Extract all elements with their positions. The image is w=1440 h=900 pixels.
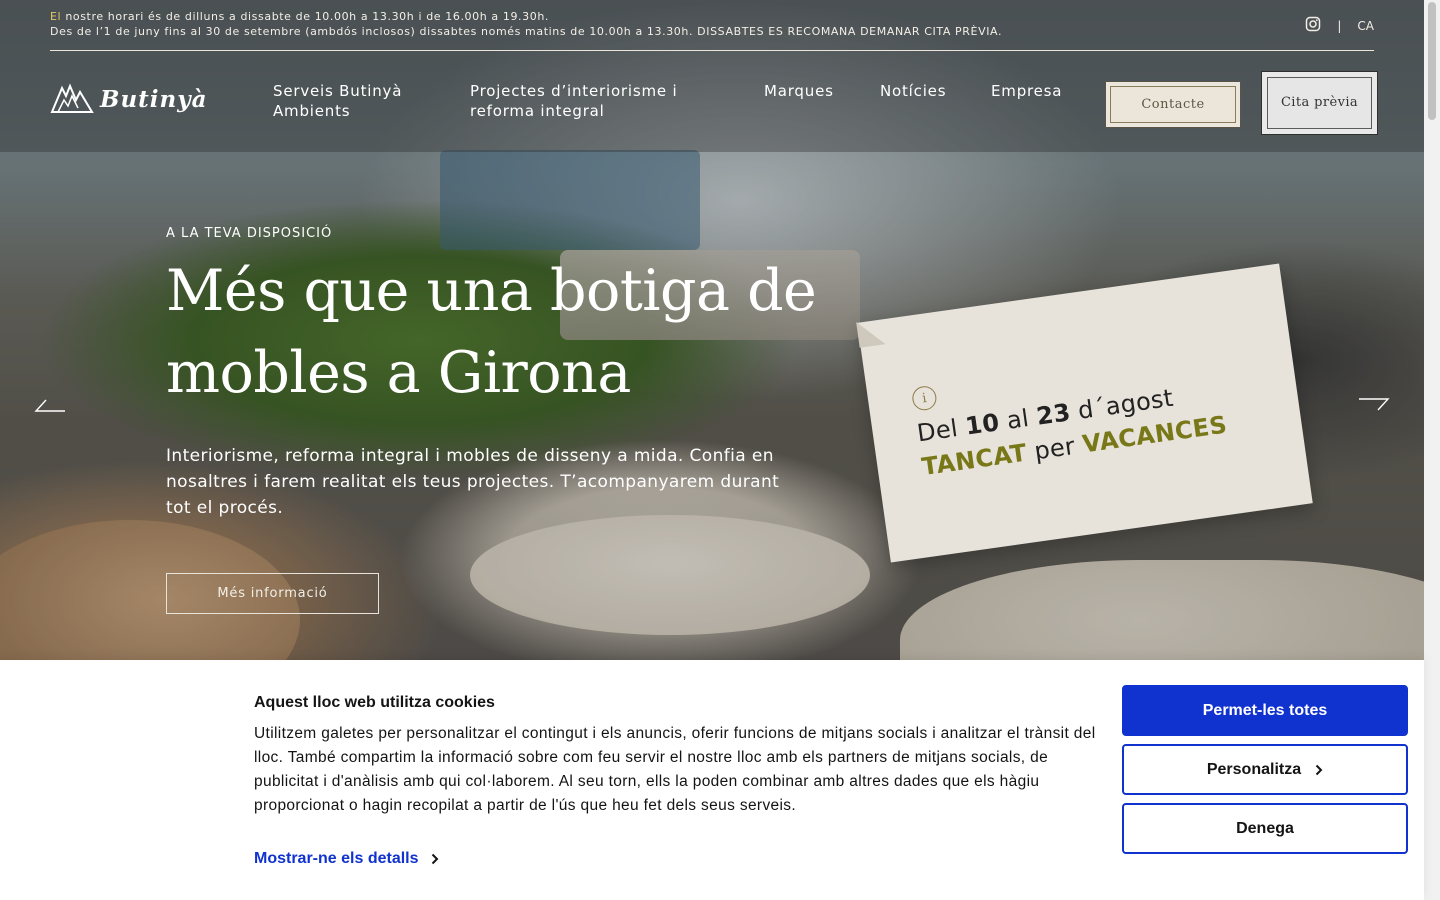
opening-hours: El nostre horari és de dilluns a dissabt…	[50, 9, 1002, 39]
nav-item-projectes[interactable]: Projectes d’interiorisme i reforma integ…	[470, 81, 710, 121]
cookie-banner: Aquest lloc web utilitza cookies Utilitz…	[0, 660, 1424, 900]
site-logo[interactable]: Butinyà	[50, 82, 208, 116]
note-fold	[856, 318, 886, 348]
cookie-deny-label: Denega	[1236, 819, 1294, 837]
cookie-description: Utilitzem galetes per personalitzar el c…	[254, 725, 1096, 814]
nav-item-marques[interactable]: Marques	[764, 81, 834, 101]
contact-button-label: Contacte	[1110, 86, 1236, 123]
nav-item-empresa[interactable]: Empresa	[991, 81, 1062, 101]
hero-title: Més que una botiga de mobles a Girona	[166, 258, 817, 406]
appointment-button[interactable]: Cita prèvia	[1261, 71, 1378, 135]
appointment-button-label: Cita prèvia	[1267, 77, 1372, 129]
header: El nostre horari és de dilluns a dissabt…	[0, 0, 1424, 152]
notice-dates-mid: al	[997, 402, 1039, 436]
carousel-prev-arrow-icon[interactable]	[34, 398, 66, 412]
cookie-show-details-label: Mostrar-ne els detalls	[254, 850, 419, 867]
contact-button[interactable]: Contacte	[1105, 81, 1241, 128]
notice-start-day: 10	[963, 408, 1002, 441]
hero-description: Interiorisme, reforma integral i mobles …	[166, 446, 780, 518]
logo-mark-icon	[50, 83, 94, 113]
header-separator: |	[1337, 18, 1342, 33]
opening-hours-accent: El	[50, 10, 62, 23]
cookie-title: Aquest lloc web utilitza cookies	[254, 694, 495, 711]
header-utilities: | CA	[1305, 16, 1374, 35]
notice-closed-mid: per	[1024, 430, 1085, 467]
chevron-right-icon	[431, 853, 438, 865]
nav-item-serveis[interactable]: Serveis Butinyà Ambients	[273, 81, 423, 121]
opening-hours-line1: El nostre horari és de dilluns a dissabt…	[50, 9, 1002, 24]
cookie-deny-button[interactable]: Denega	[1122, 803, 1408, 854]
notice-dates-prefix: Del	[915, 412, 968, 448]
cookie-show-details-link[interactable]: Mostrar-ne els detalls	[254, 850, 439, 868]
info-icon: i	[910, 384, 938, 412]
hero-eyebrow: A LA TEVA DISPOSICIÓ	[166, 226, 333, 241]
page-scrollbar-thumb[interactable]	[1428, 2, 1436, 120]
nav-item-noticies[interactable]: Notícies	[880, 81, 946, 101]
chevron-right-icon	[1315, 764, 1323, 775]
language-selector[interactable]: CA	[1357, 19, 1374, 33]
cookie-allow-all-button[interactable]: Permet-les totes	[1122, 685, 1408, 736]
header-divider	[50, 50, 1374, 51]
opening-hours-text: nostre horari és de dilluns a dissabte d…	[61, 10, 550, 23]
cookie-customize-button[interactable]: Personalitza	[1122, 744, 1408, 795]
logo-text: Butinyà	[100, 85, 208, 113]
more-info-button[interactable]: Més informació	[166, 573, 379, 614]
notice-end-day: 23	[1034, 398, 1073, 431]
opening-hours-line2: Des de l’1 de juny fins al 30 de setembr…	[50, 25, 1003, 38]
cookie-allow-all-label: Permet-les totes	[1202, 701, 1328, 719]
page-scrollbar[interactable]	[1424, 0, 1440, 900]
instagram-icon[interactable]	[1305, 16, 1321, 35]
cookie-customize-label: Personalitza	[1206, 760, 1302, 778]
carousel-next-arrow-icon[interactable]	[1358, 398, 1390, 412]
